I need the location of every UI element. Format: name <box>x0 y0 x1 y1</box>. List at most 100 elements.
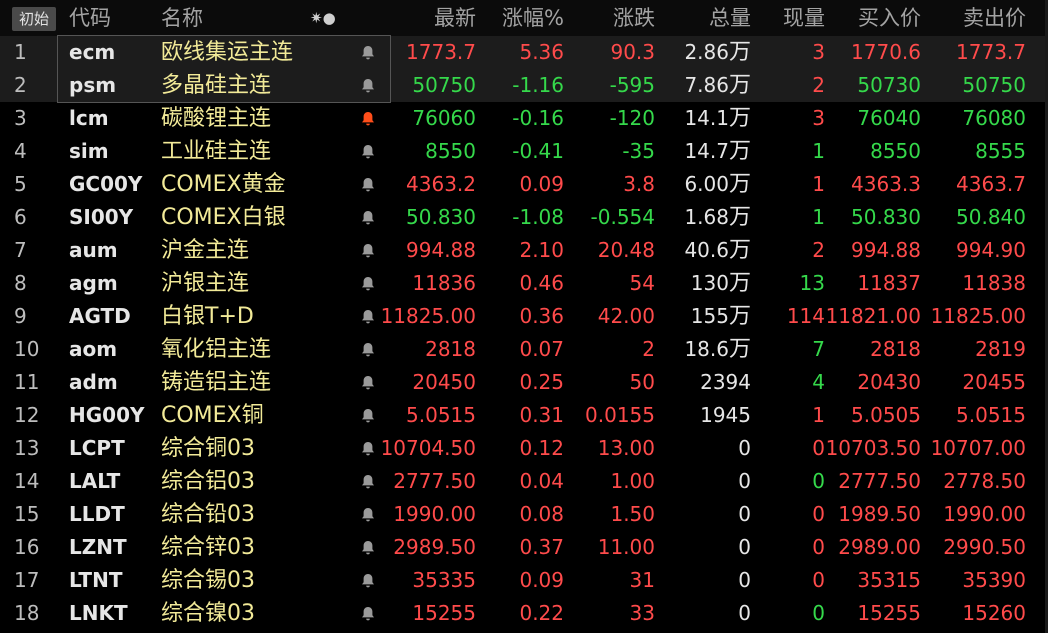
header-ask[interactable]: 卖出价 <box>963 0 1026 36</box>
total-volume: 0 <box>738 432 751 465</box>
current-volume: 0 <box>812 568 825 592</box>
bell-icon[interactable] <box>358 36 378 69</box>
bid-price: 8550 <box>870 139 921 163</box>
ask-price: 50750 <box>962 73 1026 97</box>
quote-row[interactable]: 8 agm 沪银主连 11836 0.46 54 130万 13 11837 11838 <box>0 267 1048 300</box>
total-volume: 2.86万 <box>684 36 751 69</box>
bell-icon[interactable] <box>358 201 378 234</box>
bell-icon[interactable] <box>358 69 378 102</box>
total-volume: 1945 <box>700 399 751 432</box>
quote-row[interactable]: 15 LLDT 综合铅03 1990.00 0.08 1.50 0 0 1989.50 1990.… <box>0 498 1048 531</box>
row-index: 12 <box>14 403 40 427</box>
latest-price: 50750 <box>412 73 476 97</box>
current-volume: 2 <box>812 73 825 97</box>
volume-unit: 万 <box>728 172 751 197</box>
quote-row[interactable]: 3 lcm 碳酸锂主连 76060 -0.16 -120 14.1万 3 76040 76080 <box>0 102 1048 135</box>
quote-row[interactable]: 17 LTNT 综合锡03 35335 0.09 31 0 0 35315 35390 <box>0 564 1048 597</box>
change-percent: -1.08 <box>512 205 564 229</box>
header-change[interactable]: 涨跌 <box>613 0 655 36</box>
total-volume: 6.00万 <box>684 168 751 201</box>
quote-row[interactable]: 14 LALT 综合铝03 2777.50 0.04 1.00 0 0 2777.50 2778.… <box>0 465 1048 498</box>
row-index: 3 <box>14 106 27 130</box>
bid-price: 1989.50 <box>838 502 921 526</box>
bell-icon[interactable] <box>358 333 378 366</box>
header-change-pct[interactable]: 涨幅% <box>502 0 564 36</box>
change-percent: -0.16 <box>512 106 564 130</box>
volume-value: 0 <box>738 436 751 460</box>
bell-icon[interactable] <box>358 597 378 630</box>
quote-row[interactable]: 2 psm 多晶硅主连 50750 -1.16 -595 7.86万 2 50730 50750 <box>0 69 1048 102</box>
bell-icon[interactable] <box>358 168 378 201</box>
bell-icon[interactable] <box>358 564 378 597</box>
column-settings-icon[interactable]: ✷● <box>310 0 336 36</box>
row-index: 11 <box>14 370 40 394</box>
quote-row[interactable]: 11 adm 铸造铝主连 20450 0.25 50 2394 4 20430 20455 <box>0 366 1048 399</box>
volume-value: 14.7 <box>684 139 729 163</box>
header-name[interactable]: 名称 <box>161 0 203 36</box>
change-percent: 2.10 <box>519 238 564 262</box>
bid-price: 11821.00 <box>825 304 921 328</box>
latest-price: 2989.50 <box>393 535 476 559</box>
header-bid[interactable]: 买入价 <box>858 0 921 36</box>
latest-price: 8550 <box>425 139 476 163</box>
quote-row[interactable]: 13 LCPT 综合铜03 10704.50 0.12 13.00 0 0 10703.50 10… <box>0 432 1048 465</box>
quote-row[interactable]: 6 SI00Y COMEX白银 50.830 -1.08 -0.554 1.68万 1 50.8… <box>0 201 1048 234</box>
reset-button[interactable]: 初始 <box>12 7 56 31</box>
latest-price: 1990.00 <box>393 502 476 526</box>
volume-value: 14.1 <box>684 106 729 130</box>
volume-value: 1.68 <box>684 205 729 229</box>
contract-name: 综合铝03 <box>161 469 255 494</box>
bell-icon[interactable] <box>358 498 378 531</box>
volume-unit: 万 <box>728 271 751 296</box>
header-latest[interactable]: 最新 <box>434 0 476 36</box>
header-current-volume[interactable]: 现量 <box>783 0 825 36</box>
contract-name: 氧化铝主连 <box>161 337 272 362</box>
bid-price: 76040 <box>857 106 921 130</box>
ask-price: 1773.7 <box>956 40 1026 64</box>
contract-name: 白银T+D <box>161 304 254 329</box>
bell-icon[interactable] <box>358 432 378 465</box>
volume-value: 0 <box>738 535 751 559</box>
header-code[interactable]: 代码 <box>69 0 111 36</box>
change-percent: 0.09 <box>519 172 564 196</box>
contract-code: GC00Y <box>69 172 143 196</box>
bell-icon[interactable] <box>358 465 378 498</box>
ask-price: 2819 <box>975 337 1026 361</box>
volume-value: 7.86 <box>684 73 729 97</box>
quote-row[interactable]: 12 HG00Y COMEX铜 5.0515 0.31 0.0155 1945 1 5.0505… <box>0 399 1048 432</box>
ask-price: 5.0515 <box>956 403 1026 427</box>
change-percent: 0.25 <box>519 370 564 394</box>
bell-icon[interactable] <box>358 267 378 300</box>
bell-icon[interactable] <box>358 102 378 135</box>
quote-row[interactable]: 4 sim 工业硅主连 8550 -0.41 -35 14.7万 1 8550 8555 <box>0 135 1048 168</box>
current-volume: 1 <box>812 403 825 427</box>
contract-code: aom <box>69 337 118 361</box>
bell-icon[interactable] <box>358 300 378 333</box>
bell-icon[interactable] <box>358 234 378 267</box>
contract-code: LNKT <box>69 601 128 625</box>
latest-price: 5.0515 <box>406 403 476 427</box>
contract-name: 欧线集运主连 <box>161 40 294 65</box>
contract-name: COMEX黄金 <box>161 172 286 197</box>
quote-row[interactable]: 5 GC00Y COMEX黄金 4363.2 0.09 3.8 6.00万 1 4363.3 43… <box>0 168 1048 201</box>
contract-name: 沪银主连 <box>161 271 250 296</box>
header-volume[interactable]: 总量 <box>709 0 751 36</box>
latest-price: 1773.7 <box>406 40 476 64</box>
bell-icon[interactable] <box>358 531 378 564</box>
total-volume: 14.1万 <box>684 102 751 135</box>
quote-row[interactable]: 1 ecm 欧线集运主连 1773.7 5.36 90.3 2.86万 3 1770.6 1773… <box>0 36 1048 69</box>
bell-icon[interactable] <box>358 366 378 399</box>
row-index: 18 <box>14 601 40 625</box>
quote-row[interactable]: 16 LZNT 综合锌03 2989.50 0.37 11.00 0 0 2989.00 2990… <box>0 531 1048 564</box>
quote-row[interactable]: 9 AGTD 白银T+D 11825.00 0.36 42.00 155万 114 11821.… <box>0 300 1048 333</box>
quote-row[interactable]: 7 aum 沪金主连 994.88 2.10 20.48 40.6万 2 994.88 994.9… <box>0 234 1048 267</box>
volume-unit: 万 <box>728 73 751 98</box>
bell-icon[interactable] <box>358 399 378 432</box>
total-volume: 0 <box>738 498 751 531</box>
bell-icon[interactable] <box>358 135 378 168</box>
quote-row[interactable]: 10 aom 氧化铝主连 2818 0.07 2 18.6万 7 2818 2819 <box>0 333 1048 366</box>
latest-price: 35335 <box>412 568 476 592</box>
row-index: 5 <box>14 172 27 196</box>
quote-row[interactable]: 18 LNKT 综合镍03 15255 0.22 33 0 0 15255 15260 <box>0 597 1048 630</box>
volume-value: 0 <box>738 502 751 526</box>
